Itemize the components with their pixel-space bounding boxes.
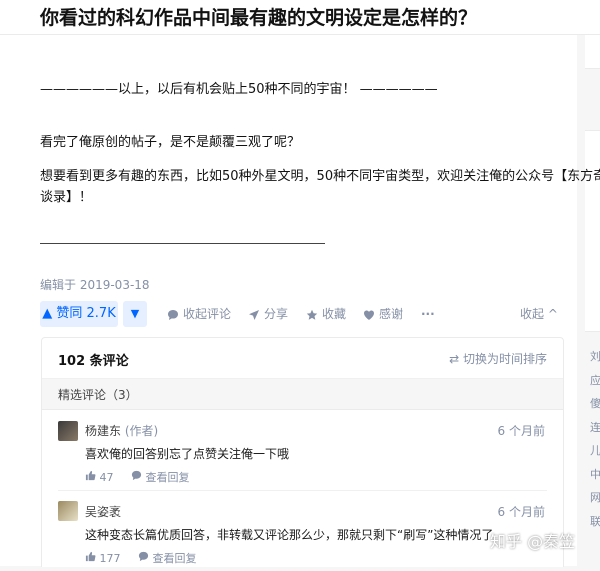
featured-comments-label: 精选评论（3） — [58, 388, 138, 402]
star-icon — [306, 309, 318, 320]
like-button[interactable]: 47 — [85, 470, 114, 484]
comment-body: 喜欢俺的回答别忘了点赞关注俺一下哦 — [85, 447, 290, 461]
thumbs-up-icon — [85, 470, 96, 481]
heart-icon — [364, 310, 374, 320]
comment-body: 这种变态长篇优质回答，非转载又评论那么少，那就只剩下“刷写”这种情况了 — [85, 528, 494, 542]
downvote-button[interactable]: ▼ — [123, 301, 147, 327]
comment-item: 吴姿袤 6 个月前 这种变态长篇优质回答，非转载又评论那么少，那就只剩下“刷写”… — [42, 491, 563, 571]
page: 你看过的科幻作品中间最有趣的文明设定是怎样的？ 刘 应 傻 连 儿 中 网 联 … — [0, 0, 600, 567]
comment-meta: 47 查看回复 — [85, 469, 190, 485]
right-sidebar-item[interactable]: 傻 — [590, 392, 600, 416]
comment-author[interactable]: 吴姿袤 — [85, 503, 121, 520]
right-sidebar-card — [585, 130, 600, 332]
comments-count: 102 条评论 — [58, 354, 129, 369]
collapse-button[interactable]: 收起 ^ — [520, 301, 558, 327]
view-replies-button[interactable]: 查看回复 — [131, 470, 190, 484]
comments-header: 102 条评论 ⇄ 切换为时间排序 — [42, 338, 563, 379]
view-replies-label: 查看回复 — [145, 471, 190, 484]
question-title[interactable]: 你看过的科幻作品中间最有趣的文明设定是怎样的？ — [40, 3, 477, 30]
watermark: 知乎 @秦笠 — [490, 532, 576, 551]
answer-paragraph: 想要看到更多有趣的东西，比如50种外星文明，50种不同宇宙类型，欢迎关注俺的公众… — [40, 169, 600, 184]
comment-toggle-button[interactable]: 收起评论 — [167, 301, 231, 327]
like-count: 177 — [99, 552, 121, 565]
question-header: 你看过的科幻作品中间最有趣的文明设定是怎样的？ — [0, 0, 600, 35]
comment-author[interactable]: 杨建东 (作者) — [85, 422, 158, 439]
favorite-button[interactable]: 收藏 — [306, 301, 346, 327]
more-button[interactable]: ··· — [421, 301, 435, 327]
right-sidebar-list: 刘 应 傻 连 儿 中 网 联 — [590, 345, 600, 533]
right-sidebar-item[interactable]: 应 — [590, 369, 600, 393]
right-sidebar-item[interactable]: 网 — [590, 486, 600, 510]
featured-comments-bar: 精选评论（3） — [42, 379, 563, 410]
comment-meta: 177 查看回复 — [85, 550, 197, 566]
comment-author-name[interactable]: 吴姿袤 — [85, 505, 121, 519]
view-replies-button[interactable]: 查看回复 — [138, 551, 197, 565]
right-sidebar-item[interactable]: 中 — [590, 463, 600, 487]
comment-author-name[interactable]: 杨建东 — [85, 424, 121, 438]
comment-icon — [168, 309, 178, 320]
comments-panel: 102 条评论 ⇄ 切换为时间排序 精选评论（3） 杨建东 (作者) 6 个月前… — [41, 337, 564, 567]
comment-time: 6 个月前 — [497, 424, 545, 438]
sort-toggle-button[interactable]: ⇄ 切换为时间排序 — [449, 350, 547, 367]
reply-icon — [131, 470, 142, 481]
reply-icon — [138, 551, 149, 562]
right-sidebar-top — [585, 35, 600, 69]
comment-item: 杨建东 (作者) 6 个月前 喜欢俺的回答别忘了点赞关注俺一下哦 47 查看回复 — [42, 410, 563, 490]
comment-toggle-label: 收起评论 — [183, 307, 232, 321]
thanks-button[interactable]: 感谢 — [363, 301, 403, 327]
avatar[interactable] — [58, 421, 78, 441]
answer-divider-line: ——————以上，以后有机会贴上50种不同的宇宙！ —————— — [40, 82, 438, 97]
right-sidebar-item[interactable]: 联 — [590, 510, 600, 534]
upvote-button[interactable]: ▲ 赞同 2.7K — [40, 301, 118, 327]
share-icon — [249, 309, 259, 320]
answer-paragraph: 谈录】！ — [40, 190, 93, 205]
share-button[interactable]: 分享 — [248, 301, 288, 327]
view-replies-label: 查看回复 — [152, 552, 197, 565]
comment-time: 6 个月前 — [497, 505, 545, 519]
right-sidebar-item[interactable]: 儿 — [590, 439, 600, 463]
author-tag: (作者) — [121, 424, 159, 438]
favorite-label: 收藏 — [322, 307, 347, 321]
right-sidebar-item[interactable]: 连 — [590, 416, 600, 440]
answer-actions: ▲ 赞同 2.7K ▼ 收起评论 分享 收藏 感谢 ··· 收起 ^ — [40, 301, 560, 327]
like-button[interactable]: 177 — [85, 551, 121, 565]
right-sidebar-item[interactable]: 刘 — [590, 345, 600, 369]
thumbs-up-icon — [85, 551, 96, 562]
horizontal-rule — [40, 243, 325, 244]
thanks-label: 感谢 — [379, 307, 404, 321]
answer-paragraph: 看完了俺原创的帖子，是不是颠覆三观了呢？ — [40, 135, 301, 150]
edit-date: 编辑于 2019-03-18 — [40, 278, 150, 292]
avatar[interactable] — [58, 501, 78, 521]
like-count: 47 — [99, 471, 114, 484]
share-label: 分享 — [264, 307, 289, 321]
